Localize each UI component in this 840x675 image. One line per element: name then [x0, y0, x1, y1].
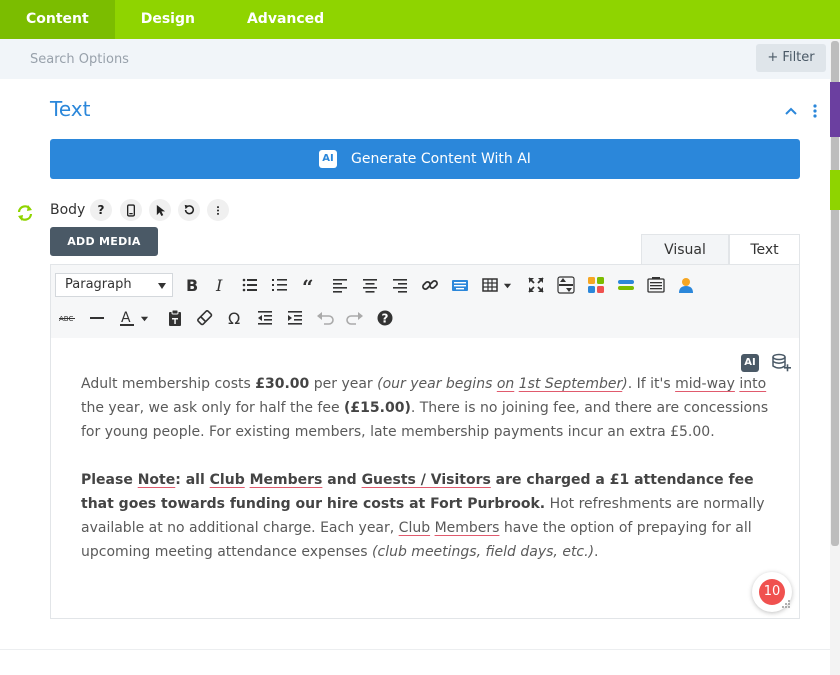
toggle-icon[interactable] — [614, 273, 638, 297]
editor-toolbar: Paragraph B I “ ABC A Ω ? — [51, 265, 799, 338]
tab-bar: Content Design Advanced — [0, 0, 840, 39]
person-icon[interactable] — [674, 273, 698, 297]
horizontal-rule-icon[interactable] — [85, 306, 109, 330]
plus-icon: + — [767, 50, 779, 65]
text-run: and — [322, 472, 362, 488]
filter-button[interactable]: + Filter — [756, 44, 826, 72]
tab-visual[interactable]: Visual — [641, 234, 729, 265]
spellcheck-word: Club — [209, 472, 245, 488]
bold-run: (£15.00) — [344, 400, 411, 416]
text-run: Adult membership costs — [81, 376, 256, 392]
ai-badge-icon: AI — [319, 150, 338, 168]
tab-design[interactable]: Design — [115, 0, 221, 39]
format-select[interactable]: Paragraph — [55, 273, 173, 297]
search-input[interactable] — [18, 47, 618, 71]
keyboard-icon[interactable] — [448, 273, 472, 297]
editor-content[interactable]: Adult membership costs £30.00 per year (… — [81, 372, 781, 588]
table-icon[interactable] — [478, 273, 502, 297]
paragraph-note: Please Note: all Club Members and Guests… — [81, 468, 781, 564]
svg-text:“: “ — [302, 276, 314, 294]
rich-text-editor: Paragraph B I “ ABC A Ω ? AI — [50, 264, 800, 619]
reset-icon[interactable] — [178, 199, 200, 221]
text-run: : all — [175, 472, 210, 488]
spellcheck-word: Guests / Visitors — [361, 472, 491, 488]
help-circle-icon[interactable]: ? — [373, 306, 397, 330]
text-run: the year, we ask only for half the fee — [81, 400, 345, 416]
grid-blocks-icon[interactable] — [584, 273, 608, 297]
more-options-icon[interactable] — [810, 103, 820, 119]
tabs-icon[interactable] — [644, 273, 668, 297]
link-icon[interactable] — [418, 273, 442, 297]
more-vertical-icon[interactable] — [207, 199, 229, 221]
spellcheck-word: on — [496, 376, 515, 392]
paste-text-icon[interactable] — [163, 306, 187, 330]
italic-run: (our year begins on 1st September) — [377, 376, 628, 392]
text-color-letter: A — [121, 310, 131, 326]
svg-text:Ω: Ω — [228, 309, 240, 327]
clear-formatting-icon[interactable] — [193, 306, 217, 330]
edge-strip-purple — [830, 82, 840, 137]
svg-text:?: ? — [382, 312, 389, 326]
help-icon[interactable]: ? — [90, 199, 112, 221]
page-break-icon[interactable] — [554, 273, 578, 297]
bold-icon[interactable]: B — [179, 273, 203, 297]
bold-run: £30.00 — [255, 376, 310, 392]
text-run: Please — [81, 472, 138, 488]
text-run: (our year begins — [377, 376, 497, 392]
fullscreen-icon[interactable] — [524, 273, 548, 297]
redo-icon[interactable] — [343, 306, 367, 330]
section-divider — [0, 649, 830, 650]
strikethrough-icon[interactable]: ABC — [55, 306, 79, 330]
filter-label: Filter — [782, 50, 815, 65]
spellcheck-word: mid-way — [675, 376, 735, 392]
paragraph-membership: Adult membership costs £30.00 per year (… — [81, 372, 781, 444]
outdent-icon[interactable] — [253, 306, 277, 330]
database-add-icon[interactable] — [771, 353, 791, 373]
indent-icon[interactable] — [283, 306, 307, 330]
section-title: Text — [50, 97, 91, 121]
tab-advanced[interactable]: Advanced — [221, 0, 350, 39]
table-dropdown-icon[interactable] — [500, 273, 514, 297]
blockquote-icon[interactable]: “ — [298, 273, 322, 297]
text-color-dropdown-icon[interactable] — [137, 306, 151, 330]
sync-icon[interactable] — [15, 203, 35, 223]
spellcheck-word: Members — [249, 472, 323, 488]
text-color-icon[interactable]: A — [115, 306, 139, 330]
tab-content[interactable]: Content — [0, 0, 115, 39]
body-label: Body — [50, 202, 86, 218]
add-media-button[interactable]: ADD MEDIA — [50, 227, 158, 256]
text-run: . If it's — [627, 376, 676, 392]
numbered-list-icon[interactable] — [268, 273, 292, 297]
special-character-icon[interactable]: Ω — [223, 306, 247, 330]
search-row: + Filter — [0, 39, 830, 79]
spellcheck-word: Members — [434, 520, 500, 536]
format-select-value: Paragraph — [65, 277, 132, 292]
mobile-icon[interactable] — [120, 199, 142, 221]
svg-text:I: I — [215, 276, 223, 294]
spellcheck-word: 1st September — [518, 376, 623, 392]
chevron-up-icon[interactable] — [784, 104, 798, 118]
generate-ai-label: Generate Content With AI — [351, 151, 531, 167]
editor-ai-icon[interactable]: AI — [741, 354, 759, 372]
text-run: per year — [309, 376, 378, 392]
generate-ai-button[interactable]: AI Generate Content With AI — [50, 139, 800, 179]
align-left-icon[interactable] — [328, 273, 352, 297]
tab-text[interactable]: Text — [729, 234, 800, 265]
spellcheck-word: into — [739, 376, 767, 392]
cursor-icon[interactable] — [149, 199, 171, 221]
spellcheck-word: Club — [398, 520, 431, 536]
align-center-icon[interactable] — [358, 273, 382, 297]
italic-icon[interactable]: I — [208, 273, 232, 297]
spellcheck-word: Note — [137, 472, 176, 488]
dropdown-arrow-icon — [158, 283, 166, 289]
italic-run: (club meetings, field days, etc.) — [372, 544, 595, 560]
text-run: . — [594, 544, 599, 560]
undo-icon[interactable] — [313, 306, 337, 330]
align-right-icon[interactable] — [388, 273, 412, 297]
resize-handle-icon[interactable] — [781, 599, 791, 609]
bullet-list-icon[interactable] — [238, 273, 262, 297]
svg-text:B: B — [186, 276, 198, 294]
edge-strip-green — [830, 170, 840, 210]
